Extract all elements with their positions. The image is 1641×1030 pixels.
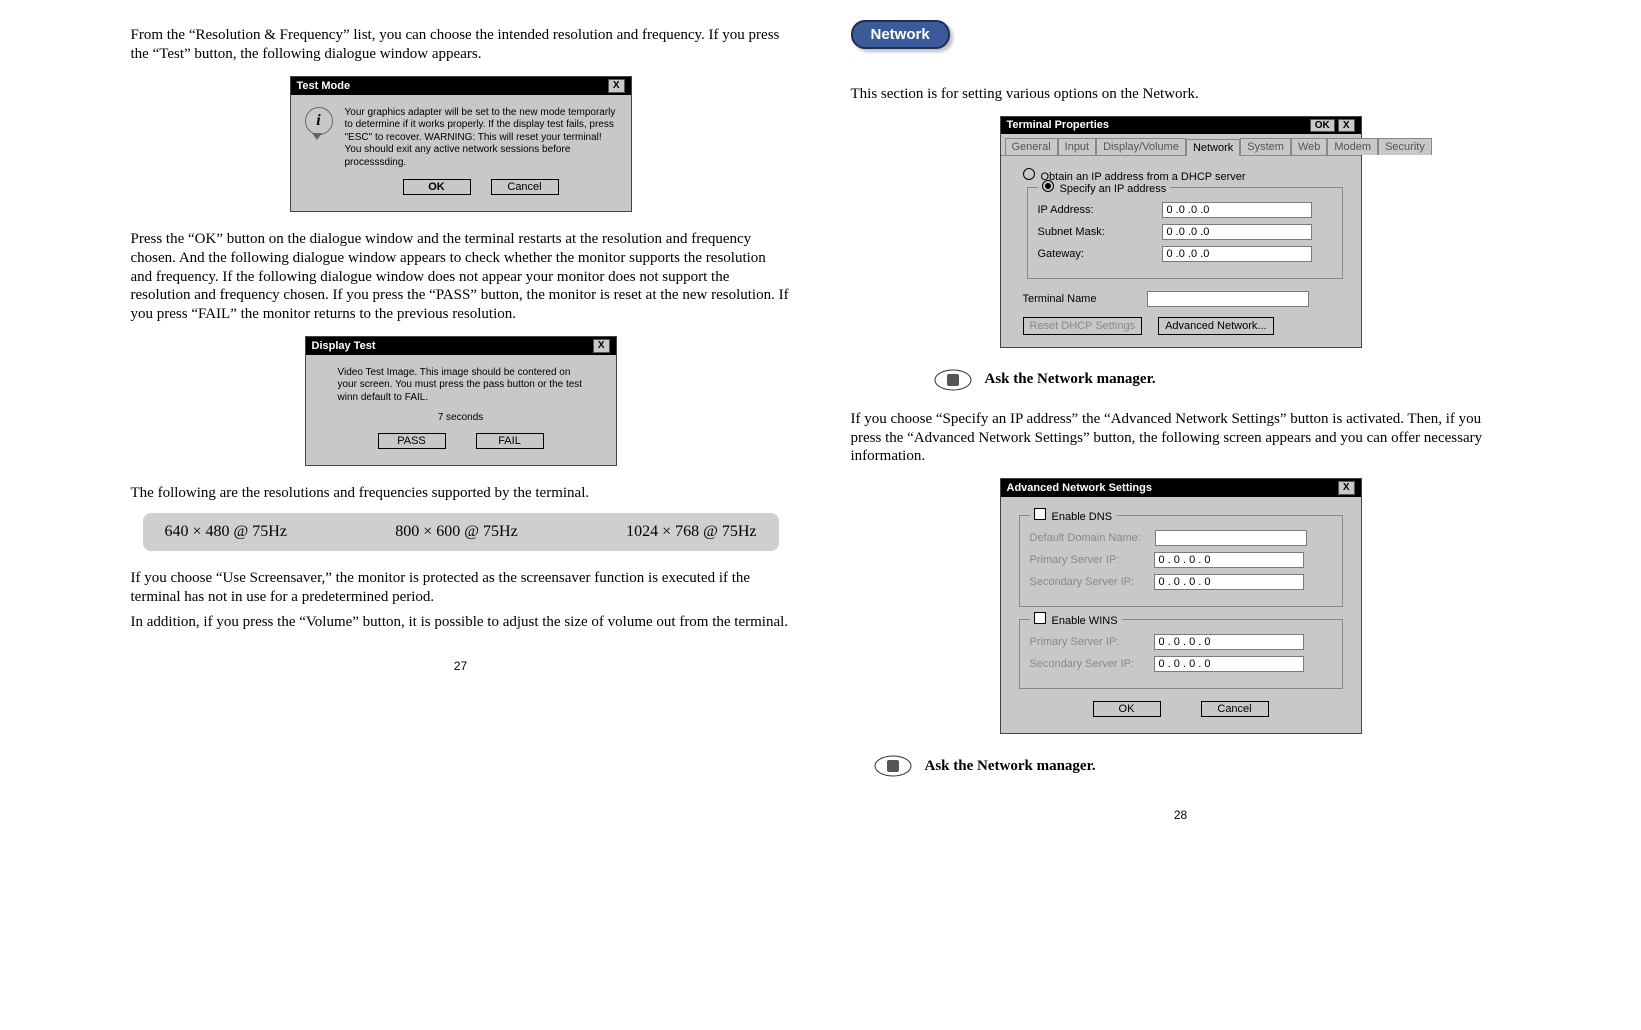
dns-secondary-label: Secondary Server IP: xyxy=(1030,576,1140,588)
cancel-button[interactable]: Cancel xyxy=(1201,701,1269,717)
test-mode-text: Your graphics adapter will be set to the… xyxy=(345,107,617,170)
ok-button[interactable]: OK xyxy=(1093,701,1161,717)
terminal-properties-title: Terminal Properties xyxy=(1007,119,1110,131)
network-heading-badge: Network xyxy=(851,20,950,49)
network-tab-page: Obtain an IP address from a DHCP server … xyxy=(1001,156,1361,347)
display-test-titlebar: Display Test X xyxy=(306,337,616,355)
countdown-label: 7 seconds xyxy=(320,412,602,423)
ok-button[interactable]: OK xyxy=(403,179,471,195)
pass-button[interactable]: PASS xyxy=(378,433,446,449)
default-domain-name-field[interactable] xyxy=(1155,530,1307,546)
tab-network[interactable]: Network xyxy=(1186,139,1240,156)
resolution-band: 640 × 480 @ 75Hz 800 × 600 @ 75Hz 1024 ×… xyxy=(143,513,779,551)
test-mode-titlebar: Test Mode X xyxy=(291,77,631,95)
phone-hands-icon xyxy=(871,752,915,780)
test-mode-body: i Your graphics adapter will be set to t… xyxy=(291,95,631,212)
tip-row-2: Ask the Network manager. xyxy=(871,752,1511,780)
resolutions-intro: The following are the resolutions and fr… xyxy=(131,484,791,503)
gateway-label: Gateway: xyxy=(1038,248,1148,260)
tab-system[interactable]: System xyxy=(1240,138,1291,155)
page-28: Network This section is for setting vari… xyxy=(851,20,1511,822)
advanced-network-title: Advanced Network Settings xyxy=(1007,482,1152,494)
cancel-button[interactable]: Cancel xyxy=(491,179,559,195)
tab-row: General Input Display/Volume Network Sys… xyxy=(1001,134,1361,156)
intro-text-1: From the “Resolution & Frequency” list, … xyxy=(131,26,791,64)
advanced-network-intro: If you choose “Specify an IP address” th… xyxy=(851,410,1511,466)
tab-web[interactable]: Web xyxy=(1291,138,1327,155)
terminal-properties-dialog: Terminal Properties OK X General Input D… xyxy=(1000,116,1362,348)
intro-text-2: Press the “OK” button on the dialogue wi… xyxy=(131,230,791,324)
ip-address-label: IP Address: xyxy=(1038,204,1148,216)
advanced-network-body: Enable DNS Default Domain Name: Primary … xyxy=(1001,497,1361,733)
res-3: 1024 × 768 @ 75Hz xyxy=(626,523,756,541)
display-test-text: Video Test Image. This image should be c… xyxy=(338,367,584,405)
subnet-mask-field[interactable]: 0 .0 .0 .0 xyxy=(1162,224,1312,240)
tab-modem[interactable]: Modem xyxy=(1327,138,1378,155)
wins-secondary-field[interactable]: 0 . 0 . 0 . 0 xyxy=(1154,656,1304,672)
wins-primary-field[interactable]: 0 . 0 . 0 . 0 xyxy=(1154,634,1304,650)
advanced-network-dialog: Advanced Network Settings X Enable DNS D… xyxy=(1000,478,1362,734)
tab-security[interactable]: Security xyxy=(1378,138,1432,155)
display-test-title: Display Test xyxy=(312,340,376,352)
screensaver-text: If you choose “Use Screensaver,” the mon… xyxy=(131,569,791,607)
subnet-mask-label: Subnet Mask: xyxy=(1038,226,1148,238)
dns-secondary-field[interactable]: 0 . 0 . 0 . 0 xyxy=(1154,574,1304,590)
test-mode-dialog: Test Mode X i Your graphics adapter will… xyxy=(290,76,632,213)
display-test-body: Video Test Image. This image should be c… xyxy=(306,355,616,466)
page-number: 28 xyxy=(851,808,1511,822)
advanced-network-button[interactable]: Advanced Network... xyxy=(1158,317,1274,335)
enable-wins-checkbox[interactable]: Enable WINS xyxy=(1030,612,1122,627)
dns-primary-label: Primary Server IP: xyxy=(1030,554,1140,566)
tab-input[interactable]: Input xyxy=(1058,138,1096,155)
close-icon[interactable]: X xyxy=(593,339,610,353)
tab-general[interactable]: General xyxy=(1005,138,1058,155)
tip-text-2: Ask the Network manager. xyxy=(925,758,1096,775)
terminal-properties-titlebar: Terminal Properties OK X xyxy=(1001,117,1361,134)
advanced-network-titlebar: Advanced Network Settings X xyxy=(1001,479,1361,497)
close-icon[interactable]: X xyxy=(608,79,625,93)
wins-primary-label: Primary Server IP: xyxy=(1030,636,1140,648)
fail-button[interactable]: FAIL xyxy=(476,433,544,449)
page-27: From the “Resolution & Frequency” list, … xyxy=(131,20,791,822)
close-icon[interactable]: X xyxy=(1338,481,1355,495)
res-2: 800 × 600 @ 75Hz xyxy=(395,523,517,541)
ip-address-field[interactable]: 0 .0 .0 .0 xyxy=(1162,202,1312,218)
terminal-name-field[interactable] xyxy=(1147,291,1309,307)
terminal-name-label: Terminal Name xyxy=(1023,293,1133,305)
page-number: 27 xyxy=(131,659,791,673)
ok-titlebar-button[interactable]: OK xyxy=(1310,119,1335,132)
phone-hands-icon xyxy=(931,366,975,394)
info-icon: i xyxy=(305,107,333,135)
test-mode-title: Test Mode xyxy=(297,80,351,92)
reset-dhcp-button[interactable]: Reset DHCP Settings xyxy=(1023,317,1143,335)
close-icon[interactable]: X xyxy=(1338,119,1355,132)
tab-display-volume[interactable]: Display/Volume xyxy=(1096,138,1186,155)
display-test-dialog: Display Test X Video Test Image. This im… xyxy=(305,336,617,467)
radio-specify-ip[interactable]: Specify an IP address xyxy=(1038,180,1171,195)
res-1: 640 × 480 @ 75Hz xyxy=(165,523,287,541)
tip-row-1: Ask the Network manager. xyxy=(931,366,1511,394)
enable-dns-checkbox[interactable]: Enable DNS xyxy=(1030,508,1117,523)
network-intro: This section is for setting various opti… xyxy=(851,85,1511,104)
default-domain-name-label: Default Domain Name: xyxy=(1030,532,1141,544)
volume-text: In addition, if you press the “Volume” b… xyxy=(131,613,791,632)
gateway-field[interactable]: 0 .0 .0 .0 xyxy=(1162,246,1312,262)
dns-primary-field[interactable]: 0 . 0 . 0 . 0 xyxy=(1154,552,1304,568)
wins-secondary-label: Secondary Server IP: xyxy=(1030,658,1140,670)
tip-text-1: Ask the Network manager. xyxy=(985,371,1156,388)
